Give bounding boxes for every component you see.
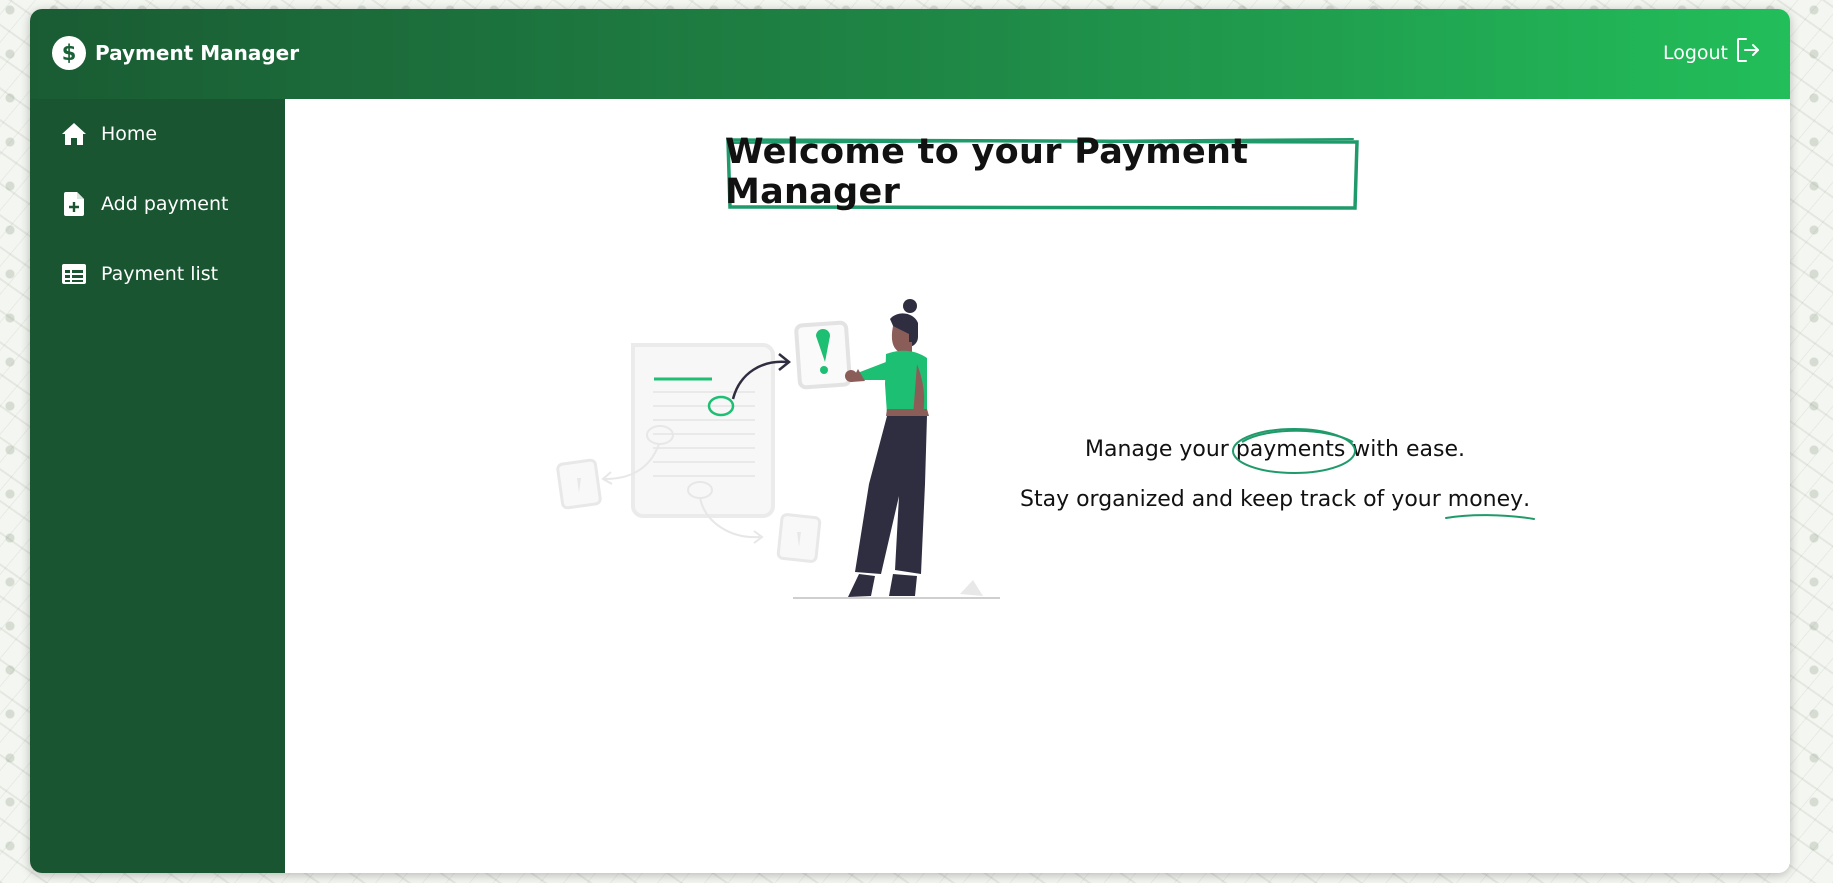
tagline-highlight: payments	[1235, 437, 1346, 462]
page-title: Welcome to your Payment Manager	[725, 132, 1249, 212]
tagline-line-1: Manage your payments with ease.	[1085, 428, 1465, 474]
brand[interactable]: $ Payment Manager	[52, 36, 299, 70]
dollar-icon: $	[52, 36, 86, 70]
underline-mark	[1444, 514, 1535, 520]
tagline-text: Stay organized and keep track of your	[1020, 487, 1448, 512]
logout-label: Logout	[1662, 41, 1728, 64]
tagline-text: with ease.	[1345, 437, 1465, 462]
logout-button[interactable]: Logout	[1663, 37, 1760, 68]
sidebar-item-payment-list[interactable]: Payment list	[30, 239, 285, 309]
sidebar: Home Add payment Payment list	[30, 99, 285, 873]
sidebar-item-label: Payment list	[101, 263, 219, 285]
home-icon	[60, 120, 88, 148]
tagline-text: .	[1523, 487, 1531, 512]
logout-icon	[1736, 37, 1760, 68]
payment-illustration	[555, 284, 1075, 688]
top-bar: $ Payment Manager Logout	[30, 9, 1790, 99]
sidebar-item-label: Add payment	[101, 193, 229, 215]
sidebar-item-add-payment[interactable]: Add payment	[30, 169, 285, 239]
file-plus-icon	[60, 190, 88, 218]
tagline-text: Manage your	[1085, 437, 1236, 462]
app-window: $ Payment Manager Logout Home Add paymen…	[30, 9, 1790, 873]
welcome-banner: Welcome to your Payment Manager	[725, 132, 1359, 212]
highlight-payments: payments	[1231, 428, 1356, 474]
sidebar-item-label: Home	[101, 123, 158, 145]
tagline-line-2: Stay organized and keep track of your mo…	[1020, 487, 1535, 520]
sidebar-item-home[interactable]: Home	[30, 99, 285, 169]
highlight-money: money	[1444, 487, 1535, 520]
app-title: Payment Manager	[95, 41, 300, 65]
table-icon	[60, 260, 88, 288]
main-content: Welcome to your Payment Manager Manage y…	[285, 99, 1790, 873]
tagline-highlight: money	[1447, 487, 1524, 512]
